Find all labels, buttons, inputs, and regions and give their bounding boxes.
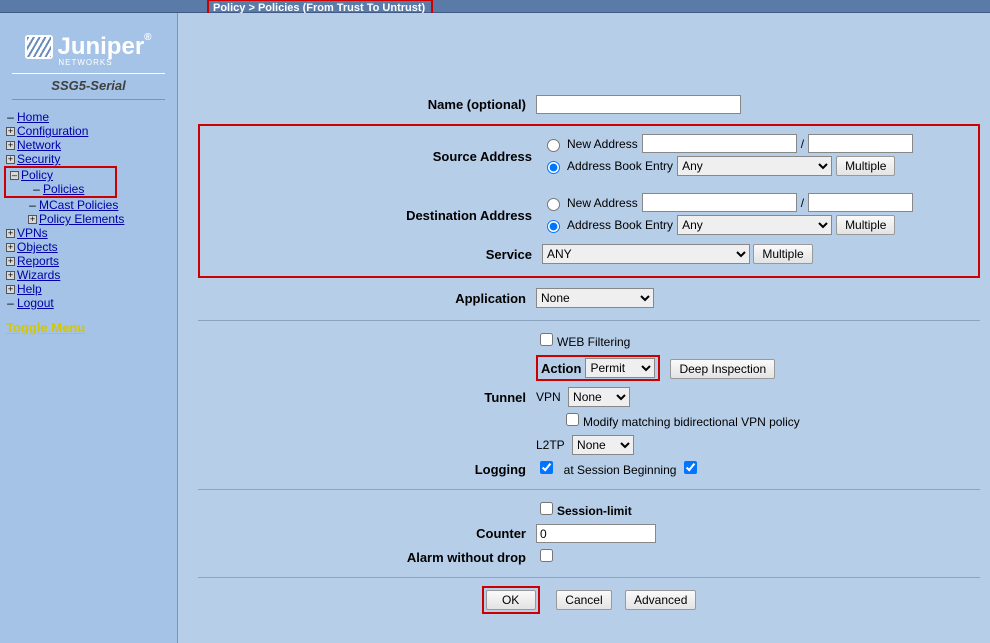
nav-policies[interactable]: Policies — [43, 182, 84, 196]
name-label: Name (optional) — [200, 93, 530, 116]
dst-new-radio[interactable] — [547, 198, 560, 211]
logging-begin-checkbox[interactable] — [684, 461, 697, 474]
src-book-label: Address Book Entry — [567, 159, 673, 173]
src-new-label: New Address — [567, 137, 638, 151]
l2tp-label: L2TP — [536, 438, 565, 452]
nav-reports[interactable]: Reports — [17, 254, 59, 268]
tree-expand-icon[interactable]: + — [6, 155, 15, 164]
logo: Juniper ® — [25, 33, 151, 61]
src-new-ip-input[interactable] — [642, 134, 797, 153]
vpn-select[interactable]: None — [568, 387, 630, 407]
alarm-checkbox[interactable] — [540, 549, 553, 562]
device-name: SSG5-Serial — [12, 73, 165, 100]
sidebar: Juniper ® NETWORKS SSG5-Serial –Home +Co… — [0, 13, 178, 643]
application-select[interactable]: None — [536, 288, 654, 308]
application-label: Application — [200, 286, 530, 310]
nav-network[interactable]: Network — [17, 138, 61, 152]
src-book-radio[interactable] — [547, 161, 560, 174]
ok-button[interactable]: OK — [486, 590, 536, 610]
src-new-mask-input[interactable] — [808, 134, 913, 153]
logo-text: Juniper — [57, 33, 144, 61]
logo-icon — [25, 35, 53, 59]
nav-security[interactable]: Security — [17, 152, 60, 166]
counter-input[interactable] — [536, 524, 656, 543]
advanced-button[interactable]: Advanced — [625, 590, 696, 610]
tree-dash-icon: – — [6, 110, 15, 124]
dst-book-select[interactable]: Any — [677, 215, 832, 235]
slash-text: / — [801, 196, 804, 210]
dst-multiple-button[interactable]: Multiple — [836, 215, 895, 235]
logo-reg: ® — [144, 32, 151, 43]
tree-expand-icon[interactable]: + — [6, 285, 15, 294]
toggle-menu[interactable]: Toggle Menu — [6, 320, 85, 335]
logging-label: Logging — [200, 459, 530, 479]
tree-expand-icon[interactable]: + — [6, 127, 15, 136]
nav-objects[interactable]: Objects — [17, 240, 58, 254]
src-book-select[interactable]: Any — [677, 156, 832, 176]
dst-book-radio[interactable] — [547, 220, 560, 233]
alarm-label: Alarm without drop — [200, 547, 530, 567]
logging-checkbox[interactable] — [540, 461, 553, 474]
action-label: Action — [541, 361, 581, 376]
tree-expand-icon[interactable]: + — [6, 257, 15, 266]
action-select[interactable]: Permit — [585, 358, 655, 378]
tree-expand-icon[interactable]: + — [6, 243, 15, 252]
tree-dash-icon: – — [28, 198, 37, 212]
tree-expand-icon[interactable]: + — [6, 271, 15, 280]
name-input[interactable] — [536, 95, 741, 114]
nav-policy-elements[interactable]: Policy Elements — [39, 212, 124, 226]
src-new-radio[interactable] — [547, 139, 560, 152]
dst-new-ip-input[interactable] — [642, 193, 797, 212]
cancel-button[interactable]: Cancel — [556, 590, 611, 610]
tunnel-label: Tunnel — [200, 385, 530, 409]
l2tp-select[interactable]: None — [572, 435, 634, 455]
webfilter-label: WEB Filtering — [557, 335, 630, 349]
tree-collapse-icon[interactable]: – — [10, 171, 19, 180]
slash-text: / — [801, 137, 804, 151]
top-bar: Policy > Policies (From Trust To Untrust… — [0, 0, 990, 13]
modify-bidir-checkbox[interactable] — [566, 413, 579, 426]
modify-bidir-label: Modify matching bidirectional VPN policy — [583, 415, 800, 429]
source-label: Source Address — [206, 132, 536, 181]
nav-help[interactable]: Help — [17, 282, 42, 296]
deep-inspection-button[interactable]: Deep Inspection — [670, 359, 775, 379]
dst-new-mask-input[interactable] — [808, 193, 913, 212]
dst-book-label: Address Book Entry — [567, 218, 673, 232]
nav-policy[interactable]: Policy — [21, 168, 53, 182]
counter-label: Counter — [200, 522, 530, 545]
service-multiple-button[interactable]: Multiple — [753, 244, 812, 264]
nav-vpns[interactable]: VPNs — [17, 226, 48, 240]
content-area: Name (optional) Source Address New Addre… — [178, 13, 990, 643]
webfilter-checkbox[interactable] — [540, 333, 553, 346]
dst-new-label: New Address — [567, 196, 638, 210]
src-multiple-button[interactable]: Multiple — [836, 156, 895, 176]
service-select[interactable]: ANY — [542, 244, 750, 264]
nav-configuration[interactable]: Configuration — [17, 124, 88, 138]
nav-wizards[interactable]: Wizards — [17, 268, 60, 282]
tree-expand-icon[interactable]: + — [6, 229, 15, 238]
logging-at-label: at Session Beginning — [564, 463, 677, 477]
tree-dash-icon: – — [32, 182, 41, 196]
nav-mcast-policies[interactable]: MCast Policies — [39, 198, 118, 212]
service-label: Service — [206, 242, 536, 266]
nav: –Home +Configuration +Network +Security … — [0, 110, 177, 310]
dest-label: Destination Address — [206, 191, 536, 240]
nav-home[interactable]: Home — [17, 110, 49, 124]
session-limit-checkbox[interactable] — [540, 502, 553, 515]
tree-expand-icon[interactable]: + — [6, 141, 15, 150]
nav-logout[interactable]: Logout — [17, 296, 54, 310]
tree-expand-icon[interactable]: + — [28, 215, 37, 224]
session-limit-label: Session-limit — [557, 504, 632, 518]
tree-dash-icon: – — [6, 296, 15, 310]
vpn-label: VPN — [536, 390, 561, 404]
